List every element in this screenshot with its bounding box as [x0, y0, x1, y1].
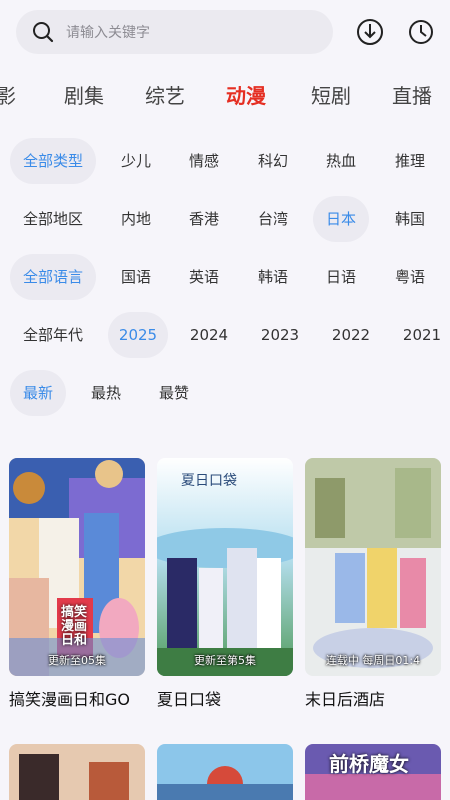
top-bar: 请输入关键字: [0, 0, 450, 66]
download-button[interactable]: [356, 16, 384, 48]
filter-year-all[interactable]: 全部年代: [10, 312, 96, 358]
video-card[interactable]: 连载中 每周日01:4 末日后酒店: [305, 458, 441, 710]
filter-region-all[interactable]: 全部地区: [10, 196, 96, 242]
filter-language-all[interactable]: 全部语言: [10, 254, 96, 300]
search-icon: [32, 21, 54, 43]
filter-region-taiwan[interactable]: 台湾: [247, 196, 299, 242]
filter-year-2024[interactable]: 2024: [180, 312, 238, 358]
filter-row-type: 全部类型 少儿 情感 科幻 热血 推理: [0, 138, 450, 184]
search-bar[interactable]: 请输入关键字: [16, 10, 333, 54]
video-title[interactable]: 末日后酒店: [305, 686, 441, 710]
episode-badge: 更新至05集: [48, 654, 106, 667]
filter-row-sort: 最新 最热 最赞: [0, 370, 450, 416]
sort-most-liked[interactable]: 最赞: [148, 370, 200, 416]
video-poster[interactable]: 夏日口袋 更新至第5集: [157, 458, 293, 676]
poster-title-text: 搞笑漫画日和: [61, 605, 88, 648]
filter-year-2025[interactable]: 2025: [108, 312, 168, 358]
filter-language-cantonese[interactable]: 粤语: [384, 254, 436, 300]
tab-variety[interactable]: 综艺: [145, 76, 185, 116]
video-poster[interactable]: [157, 744, 293, 800]
video-poster[interactable]: 前桥魔女: [305, 744, 441, 800]
filter-row-region: 全部地区 内地 香港 台湾 日本 韩国: [0, 196, 450, 242]
poster-image: [157, 458, 293, 676]
filter-region-japan[interactable]: 日本: [313, 196, 369, 242]
sort-hottest[interactable]: 最热: [80, 370, 132, 416]
filter-row-language: 全部语言 国语 英语 韩语 日语 粤语: [0, 254, 450, 300]
search-input[interactable]: 请输入关键字: [66, 22, 150, 42]
clock-icon: [409, 20, 433, 44]
filter-language-korean[interactable]: 韩语: [247, 254, 299, 300]
video-poster[interactable]: 连载中 每周日01:4: [305, 458, 441, 676]
download-icon: [357, 19, 383, 45]
video-poster[interactable]: 搞笑漫画日和 更新至05集: [9, 458, 145, 676]
poster-title-text: 夏日口袋: [181, 473, 237, 489]
tab-movie[interactable]: 影: [0, 76, 16, 116]
filter-row-year: 全部年代 2025 2024 2023 2022 2021: [0, 312, 450, 358]
history-button[interactable]: [407, 16, 435, 48]
category-tabs: 影 剧集 综艺 动漫 短剧 直播: [0, 76, 450, 116]
tab-live[interactable]: 直播: [392, 76, 432, 116]
tab-series[interactable]: 剧集: [64, 76, 104, 116]
filter-language-english[interactable]: 英语: [178, 254, 230, 300]
poster-image: [305, 458, 441, 676]
poster-title-text: 前桥魔女: [329, 752, 409, 776]
filter-year-2023[interactable]: 2023: [251, 312, 309, 358]
filter-year-2022[interactable]: 2022: [322, 312, 380, 358]
sort-latest[interactable]: 最新: [10, 370, 66, 416]
filter-type-scifi[interactable]: 科幻: [247, 138, 299, 184]
filter-type-mystery[interactable]: 推理: [384, 138, 436, 184]
video-poster[interactable]: [9, 744, 145, 800]
filter-type-all[interactable]: 全部类型: [10, 138, 96, 184]
video-card[interactable]: 夏日口袋 更新至第5集 夏日口袋: [157, 458, 293, 710]
filter-type-action[interactable]: 热血: [315, 138, 367, 184]
episode-badge: 更新至第5集: [194, 654, 256, 667]
tab-anime[interactable]: 动漫: [226, 76, 266, 116]
poster-image: [9, 744, 145, 800]
filter-region-mainland[interactable]: 内地: [110, 196, 162, 242]
episode-badge: 连载中 每周日01:4: [325, 654, 421, 667]
filter-region-korea[interactable]: 韩国: [384, 196, 436, 242]
video-title[interactable]: 搞笑漫画日和GO: [9, 686, 145, 710]
filter-region-hongkong[interactable]: 香港: [178, 196, 230, 242]
filter-year-2021[interactable]: 2021: [393, 312, 450, 358]
filter-type-kids[interactable]: 少儿: [110, 138, 162, 184]
poster-image: [157, 744, 293, 800]
filter-language-mandarin[interactable]: 国语: [110, 254, 162, 300]
tab-short-drama[interactable]: 短剧: [311, 76, 351, 116]
filter-type-romance[interactable]: 情感: [178, 138, 230, 184]
video-title[interactable]: 夏日口袋: [157, 686, 293, 710]
video-card[interactable]: 搞笑漫画日和 更新至05集 搞笑漫画日和GO: [9, 458, 145, 710]
filter-language-japanese[interactable]: 日语: [315, 254, 367, 300]
